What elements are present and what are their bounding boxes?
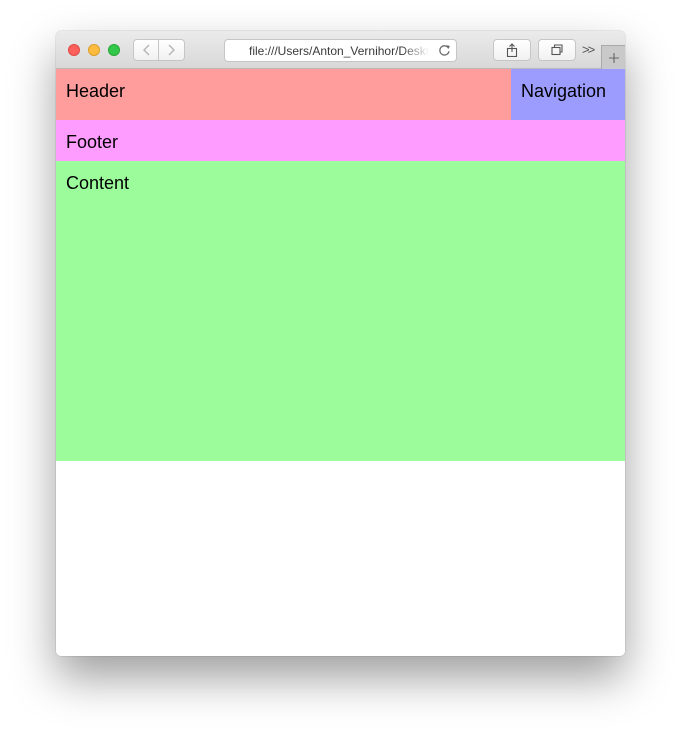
share-icon: [506, 43, 518, 57]
chevron-left-icon: [142, 44, 149, 56]
share-button[interactable]: [493, 39, 531, 61]
content-label: Content: [66, 173, 130, 193]
show-all-tabs-button[interactable]: [538, 39, 576, 61]
navigation-label: Navigation: [521, 81, 607, 101]
maximize-window-button[interactable]: [108, 44, 120, 56]
chevron-right-icon: [168, 44, 175, 56]
url-text: file:///Users/Anton_Vernihor/Desktop/ind…: [249, 44, 429, 58]
footer-label: Footer: [66, 132, 119, 152]
page-footer-region: Footer: [56, 120, 625, 161]
web-page-viewport: Header Navigation Footer Content: [56, 69, 625, 656]
page-content-region: Content: [56, 161, 625, 461]
page-navigation-region: Navigation: [511, 69, 625, 120]
plus-icon: [608, 52, 619, 63]
forward-button[interactable]: [159, 39, 185, 61]
browser-window: file:///Users/Anton_Vernihor/Desktop/ind…: [56, 31, 625, 656]
page-header-region: Header: [56, 69, 511, 120]
back-button[interactable]: [133, 39, 159, 61]
minimize-window-button[interactable]: [88, 44, 100, 56]
title-bar: file:///Users/Anton_Vernihor/Desktop/ind…: [56, 31, 625, 69]
toolbar-overflow-button[interactable]: >>: [582, 42, 595, 57]
history-nav: [133, 39, 185, 61]
close-window-button[interactable]: [68, 44, 80, 56]
new-tab-button[interactable]: [601, 45, 625, 69]
reload-icon[interactable]: [438, 44, 451, 57]
address-bar[interactable]: file:///Users/Anton_Vernihor/Desktop/ind…: [224, 39, 457, 62]
tabs-overview-icon: [551, 44, 563, 56]
header-label: Header: [66, 81, 126, 101]
